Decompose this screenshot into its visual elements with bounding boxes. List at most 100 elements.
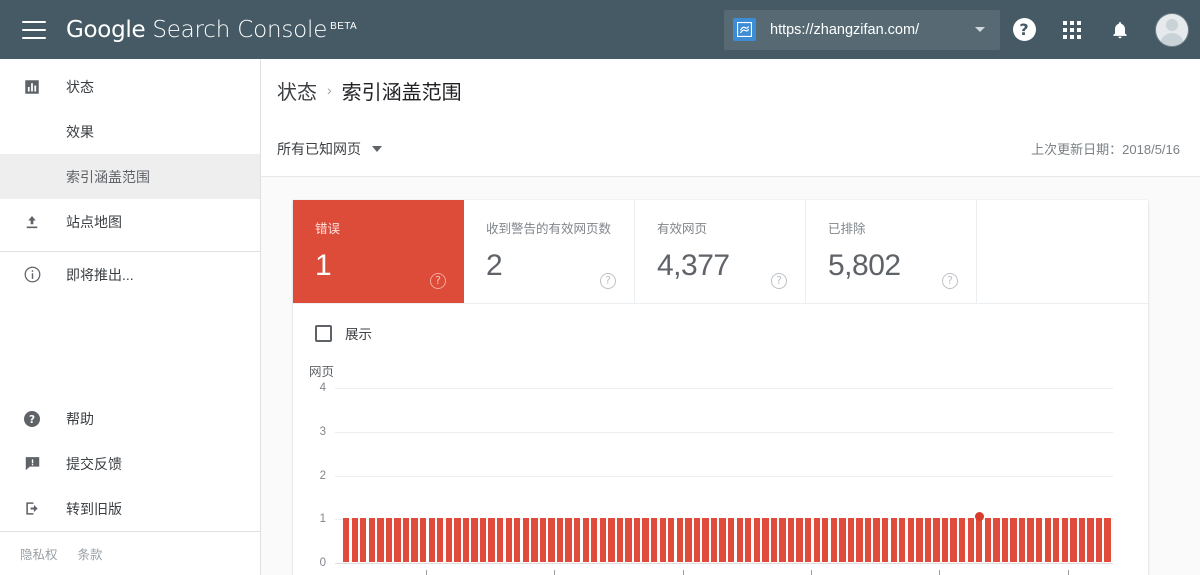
sidebar-item-status[interactable]: 状态 (0, 64, 260, 109)
chart-bar[interactable] (531, 518, 538, 562)
hamburger-menu-icon[interactable] (22, 20, 46, 39)
chart-bar[interactable] (993, 518, 1000, 562)
sidebar-item-feedback[interactable]: 提交反馈 (0, 441, 260, 486)
chart-bar[interactable] (924, 518, 932, 562)
help-icon[interactable]: ? (430, 273, 446, 289)
chart-bar[interactable] (950, 518, 957, 562)
notifications-button[interactable] (1096, 6, 1144, 54)
chart-bar[interactable] (796, 518, 803, 562)
chart-bar[interactable] (608, 518, 615, 562)
chart-bar[interactable] (428, 518, 435, 562)
terms-link[interactable]: 条款 (78, 544, 103, 563)
chart-bar[interactable] (1027, 518, 1034, 562)
chart-bar[interactable] (514, 518, 521, 562)
chart-bar[interactable] (976, 518, 983, 562)
chart-bar[interactable] (830, 518, 837, 562)
chart-bar[interactable] (385, 518, 393, 562)
chart-bar[interactable] (1053, 518, 1060, 562)
chart-bar[interactable] (941, 518, 949, 562)
chart-bar[interactable] (779, 518, 786, 562)
chart-bar[interactable] (633, 518, 641, 562)
chart-bar[interactable] (856, 518, 863, 562)
chart-bar[interactable] (659, 518, 666, 562)
sidebar-item-help[interactable]: ? 帮助 (0, 396, 260, 441)
chart-bar[interactable] (556, 518, 564, 562)
chart-bar[interactable] (488, 518, 495, 562)
chart-bar[interactable] (505, 518, 512, 562)
chart-bar[interactable] (574, 518, 581, 562)
privacy-link[interactable]: 隐私权 (20, 544, 58, 563)
chart-bar[interactable] (1087, 518, 1094, 562)
help-button[interactable]: ? (1000, 6, 1048, 54)
chart-bar[interactable] (360, 518, 367, 562)
chart-bar[interactable] (676, 518, 683, 562)
chevron-down-icon[interactable] (975, 27, 985, 32)
chart-bar[interactable] (813, 518, 820, 562)
chart-bar[interactable] (599, 518, 606, 562)
chart-bar[interactable] (1104, 518, 1111, 562)
chart-bar[interactable] (719, 518, 726, 562)
chart-bar[interactable] (933, 518, 940, 562)
sidebar-item-coming-soon[interactable]: 即将推出... (0, 252, 260, 297)
chart-bar[interactable] (1036, 518, 1043, 562)
help-icon[interactable]: ? (942, 273, 958, 289)
page-scope-dropdown[interactable]: 所有已知网页 (277, 139, 382, 159)
chart-bar[interactable] (1001, 518, 1009, 562)
chart-bar[interactable] (1044, 518, 1051, 562)
chart-bar[interactable] (642, 518, 649, 562)
breadcrumb-parent[interactable]: 状态 (277, 76, 317, 105)
chart-bar[interactable] (890, 518, 897, 562)
chart-point-marker[interactable] (974, 512, 984, 522)
chart-bar[interactable] (864, 518, 872, 562)
chart-bar[interactable] (1010, 518, 1017, 562)
tile-excluded[interactable]: 已排除 5,802 ? (806, 200, 977, 303)
chart-bar[interactable] (822, 518, 829, 562)
chart-bar[interactable] (693, 518, 701, 562)
chart-bar[interactable] (847, 518, 855, 562)
chart-bar[interactable] (728, 518, 735, 562)
sidebar-item-performance[interactable]: 效果 (0, 109, 260, 154)
chart-bar[interactable] (839, 518, 846, 562)
chart-bar[interactable] (462, 518, 470, 562)
chart-bar[interactable] (907, 518, 914, 562)
chart-bar[interactable] (984, 518, 991, 562)
chart-bar[interactable] (420, 518, 427, 562)
show-checkbox[interactable] (315, 324, 332, 342)
chart-bar[interactable] (591, 518, 598, 562)
chart-bar[interactable] (1078, 518, 1086, 562)
chart-bar[interactable] (394, 518, 401, 562)
chart-bar[interactable] (454, 518, 461, 562)
chart-bar[interactable] (685, 518, 692, 562)
chart-bar[interactable] (770, 518, 778, 562)
chart-bar[interactable] (959, 518, 966, 562)
chart-bar[interactable] (899, 518, 906, 562)
chart-bar[interactable] (445, 518, 452, 562)
sidebar-item-legacy[interactable]: 转到旧版 (0, 486, 260, 531)
chart-bar[interactable] (351, 518, 358, 562)
chart-bar[interactable] (437, 518, 444, 562)
apps-button[interactable] (1048, 6, 1096, 54)
property-selector[interactable]: https://zhangzifan.com/ (724, 9, 1000, 50)
help-icon[interactable]: ? (600, 273, 616, 289)
chart-bar[interactable] (967, 518, 974, 562)
sidebar-item-index-coverage[interactable]: 索引涵盖范围 (0, 154, 260, 199)
chart-bar[interactable] (471, 518, 478, 562)
account-button[interactable] (1144, 6, 1200, 54)
chart-bar[interactable] (753, 518, 760, 562)
chart-bar[interactable] (745, 518, 752, 562)
chart-bar[interactable] (1061, 518, 1068, 562)
chart-bar[interactable] (736, 518, 743, 562)
chart-bar[interactable] (1018, 518, 1026, 562)
chart-bar[interactable] (368, 518, 375, 562)
chart-bar[interactable] (1095, 518, 1103, 562)
chart-bar[interactable] (565, 518, 572, 562)
chart-bar[interactable] (916, 518, 923, 562)
chart-bar[interactable] (548, 518, 555, 562)
chart-bar[interactable] (411, 518, 418, 562)
chart-bar[interactable] (1070, 518, 1077, 562)
chart-bar[interactable] (787, 518, 795, 562)
chart-bar[interactable] (402, 518, 410, 562)
chart-bar[interactable] (343, 518, 350, 562)
chart-bar[interactable] (873, 518, 880, 562)
chart-bar[interactable] (582, 518, 589, 562)
